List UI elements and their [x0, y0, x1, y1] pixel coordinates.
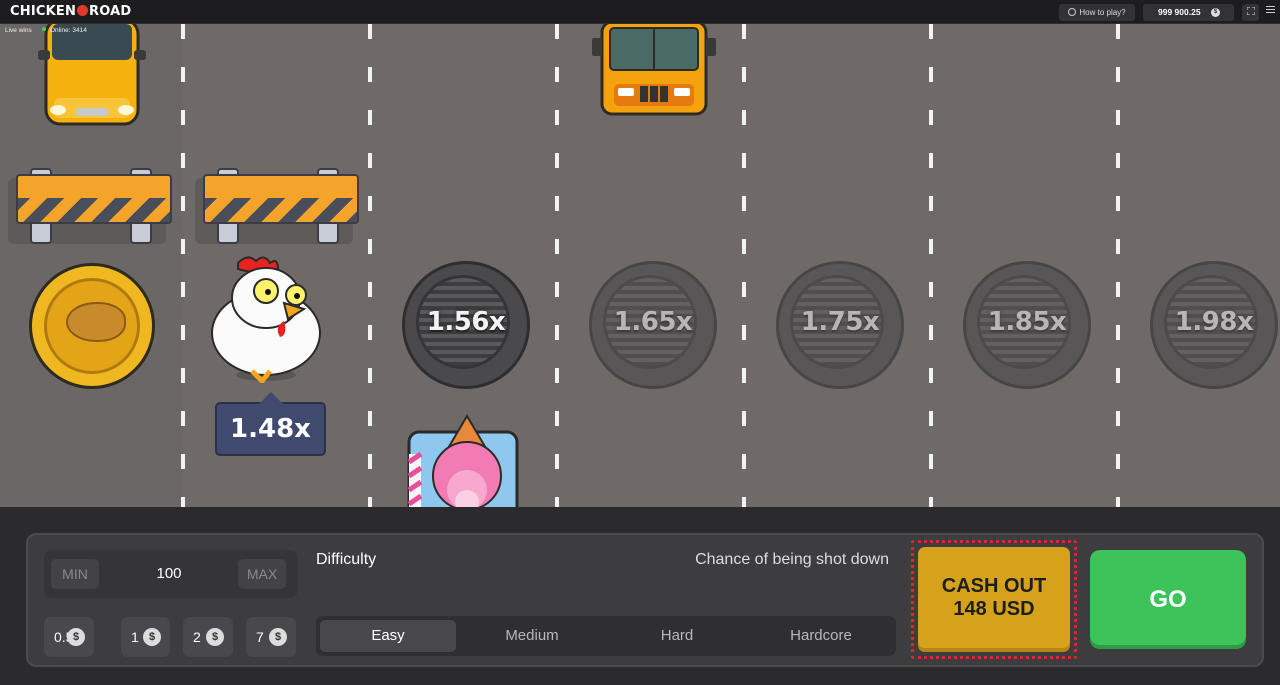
- bet-amount-box: MIN 100 MAX: [44, 550, 298, 598]
- multiplier-manhole[interactable]: 1.85x: [963, 261, 1091, 389]
- multiplier-manhole[interactable]: 1.65x: [589, 261, 717, 389]
- chicken-icon: [211, 256, 321, 383]
- info-icon: [1068, 8, 1077, 16]
- manhole-multiplier-label: 1.85x: [987, 307, 1067, 337]
- road-barrier: [8, 168, 174, 248]
- cash-out-label: CASH OUT: [941, 575, 1047, 597]
- cash-out-highlight: CASH OUT 148 USD: [911, 540, 1077, 659]
- quick-bet-button[interactable]: 1 $: [121, 617, 170, 657]
- how-to-play-label: How to play?: [1079, 8, 1126, 17]
- status-strip: Live wins Online: 3414: [5, 27, 87, 34]
- road-barrier: [195, 168, 361, 248]
- lane-divider: [368, 24, 372, 507]
- online-count: Online: 3414: [42, 27, 87, 34]
- game-road: 1.48x 1.56x 1.65x 1.75x 1.85x 1.98x: [0, 24, 1280, 507]
- lane-divider: [555, 24, 559, 507]
- difficulty-label: Difficulty: [316, 551, 377, 568]
- bet-amount-input[interactable]: 100: [104, 559, 234, 589]
- cash-out-amount: 148 USD: [953, 598, 1035, 620]
- fullscreen-icon: [1246, 6, 1255, 16]
- top-bar: CHICKEN ROAD How to play? 999 900.25 $: [0, 0, 1280, 24]
- lane-divider: [742, 24, 746, 507]
- quick-bet-button[interactable]: 7 $: [246, 617, 296, 657]
- lane-divider: [1116, 24, 1120, 507]
- quick-bet-button[interactable]: 0.5 $: [44, 617, 94, 657]
- control-panel: MIN 100 MAX 0.5 $ 1 $ 2 $ 7 $ Difficulty Cha…: [26, 533, 1264, 667]
- lane-divider: [929, 24, 933, 507]
- quick-bet-button[interactable]: 2 $: [183, 617, 233, 657]
- bottom-controls: MIN 100 MAX 0.5 $ 1 $ 2 $ 7 $ Difficulty Cha…: [0, 507, 1280, 685]
- truck-icon: [592, 24, 716, 116]
- difficulty-medium-tab[interactable]: Medium: [464, 620, 600, 652]
- menu-button[interactable]: [1266, 6, 1275, 18]
- online-dot-icon: [42, 27, 46, 31]
- fullscreen-button[interactable]: [1242, 4, 1259, 21]
- multiplier-manhole[interactable]: 1.98x: [1150, 261, 1278, 389]
- balance-display: 999 900.25 $: [1143, 4, 1234, 21]
- difficulty-hard-tab[interactable]: Hard: [609, 620, 745, 652]
- current-multiplier-badge: 1.48x: [215, 392, 326, 456]
- live-wins-label[interactable]: Live wins: [5, 27, 32, 34]
- yellow-car-icon: [38, 24, 146, 126]
- dollar-icon: $: [143, 628, 161, 646]
- currency-icon: $: [1211, 8, 1220, 17]
- dollar-icon: $: [269, 628, 287, 646]
- start-coin-icon: [29, 263, 155, 389]
- multiplier-manhole[interactable]: 1.75x: [776, 261, 904, 389]
- manhole-multiplier-label: 1.65x: [613, 307, 693, 337]
- multiplier-manhole[interactable]: 1.56x: [402, 261, 530, 389]
- game-logo: CHICKEN ROAD: [10, 4, 131, 19]
- go-button[interactable]: GO: [1090, 550, 1246, 649]
- difficulty-selector: Easy Medium Hard Hardcore: [316, 616, 896, 656]
- manhole-multiplier-label: 1.56x: [426, 307, 506, 337]
- how-to-play-button[interactable]: How to play?: [1059, 4, 1135, 21]
- dollar-icon: $: [67, 628, 85, 646]
- dollar-icon: $: [206, 628, 224, 646]
- difficulty-hardcore-tab[interactable]: Hardcore: [753, 620, 889, 652]
- logo-dot-icon: [77, 5, 89, 16]
- chance-label: Chance of being shot down: [695, 551, 889, 568]
- cash-out-button[interactable]: CASH OUT 148 USD: [918, 547, 1070, 652]
- manhole-multiplier-label: 1.98x: [1174, 307, 1254, 337]
- lane-divider: [181, 24, 185, 507]
- min-bet-button[interactable]: MIN: [51, 559, 99, 589]
- difficulty-easy-tab[interactable]: Easy: [320, 620, 456, 652]
- manhole-multiplier-label: 1.75x: [800, 307, 880, 337]
- ice-cream-truck-icon: [407, 414, 519, 507]
- logo-text-left: CHICKEN: [10, 4, 77, 19]
- logo-text-right: ROAD: [89, 4, 132, 19]
- max-bet-button[interactable]: MAX: [238, 559, 286, 589]
- balance-value: 999 900.25: [1158, 7, 1201, 17]
